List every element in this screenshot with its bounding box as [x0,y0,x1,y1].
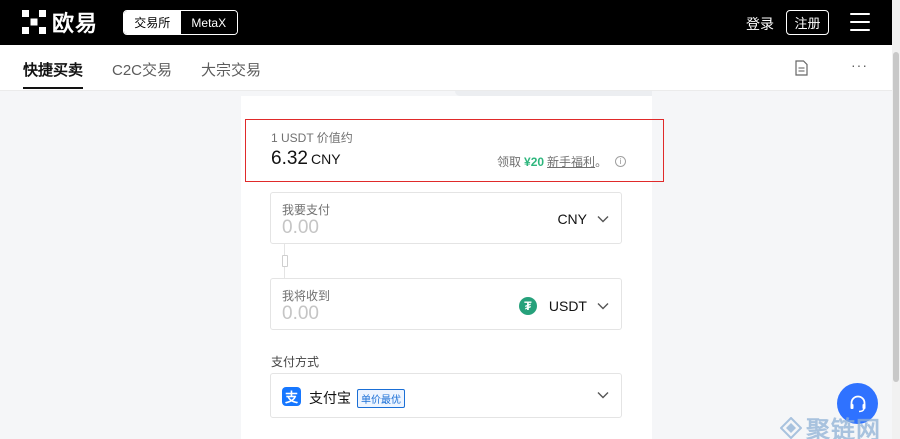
active-tab-indicator [23,87,83,89]
login-link[interactable]: 登录 [746,14,774,34]
chevron-down-icon [597,216,609,223]
alipay-icon: 支 [282,387,301,406]
newbie-bonus: 领取 ¥20 新手福利。 i [497,153,627,170]
switch-metax[interactable]: MetaX [180,11,237,34]
brand-logo[interactable]: 欧易 [22,9,99,37]
best-price-badge: 单价最优 [357,389,405,408]
bonus-link[interactable]: 新手福利 [547,153,595,170]
pay-amount-field[interactable]: 我要支付 0.00 CNY [270,192,622,244]
top-bar: 欧易 交易所 MetaX 登录 注册 [0,0,892,45]
pay-field-label: 我要支付 [282,203,331,217]
price-unit: CNY [310,151,341,167]
order-document-icon[interactable] [795,60,808,76]
scrollbar-thumb[interactable] [893,52,899,382]
receive-currency: USDT [548,298,587,314]
payment-method-title: 支付方式 [271,355,320,369]
price-label: 1 USDT 价值约 [271,131,353,145]
info-icon[interactable]: i [615,156,627,167]
register-button[interactable]: 注册 [786,10,829,35]
payment-method-name: 支付宝 [309,390,351,406]
watermark-text: 聚链网 [806,415,881,439]
receive-field-label: 我将收到 [282,289,331,303]
page-scrollbar[interactable] [892,0,900,439]
tab-c2c-trade[interactable]: C2C交易 [112,59,172,80]
chevron-down-icon [597,392,609,399]
chevron-down-icon [597,303,609,310]
product-switch: 交易所 MetaX [123,10,238,35]
brand-name: 欧易 [52,12,99,37]
receive-amount-input[interactable]: 0.00 [282,303,319,325]
receive-amount-field[interactable]: 我将收到 0.00 ₮ USDT [270,278,622,330]
pay-currency: CNY [557,211,587,227]
payment-method-select[interactable]: 支 支付宝 单价最优 [270,373,622,418]
bonus-suffix: 。 [595,155,608,169]
tab-block-trade[interactable]: 大宗交易 [201,59,261,80]
price-number: 6.32 [271,148,308,169]
bonus-amount: ¥20 [524,154,545,169]
price-value: 6.32 CNY [271,148,341,170]
pay-currency-select[interactable]: CNY [557,211,609,227]
tether-icon: ₮ [518,297,537,315]
okx-logo-icon [22,10,46,34]
tab-quick-trade[interactable]: 快捷买卖 [23,59,83,80]
swap-handle[interactable] [282,255,288,267]
hamburger-menu-icon[interactable] [850,13,870,31]
bonus-prefix: 领取 [497,155,522,169]
more-options-icon[interactable]: ··· [851,57,868,73]
watermark-logo-icon [780,416,802,439]
watermark: 聚链网 [780,410,881,439]
receive-currency-select[interactable]: ₮ USDT [518,297,609,315]
pay-amount-input[interactable]: 0.00 [282,217,319,239]
sub-navigation: 快捷买卖 C2C交易 大宗交易 ··· [0,45,892,91]
switch-exchange[interactable]: 交易所 [124,11,181,34]
